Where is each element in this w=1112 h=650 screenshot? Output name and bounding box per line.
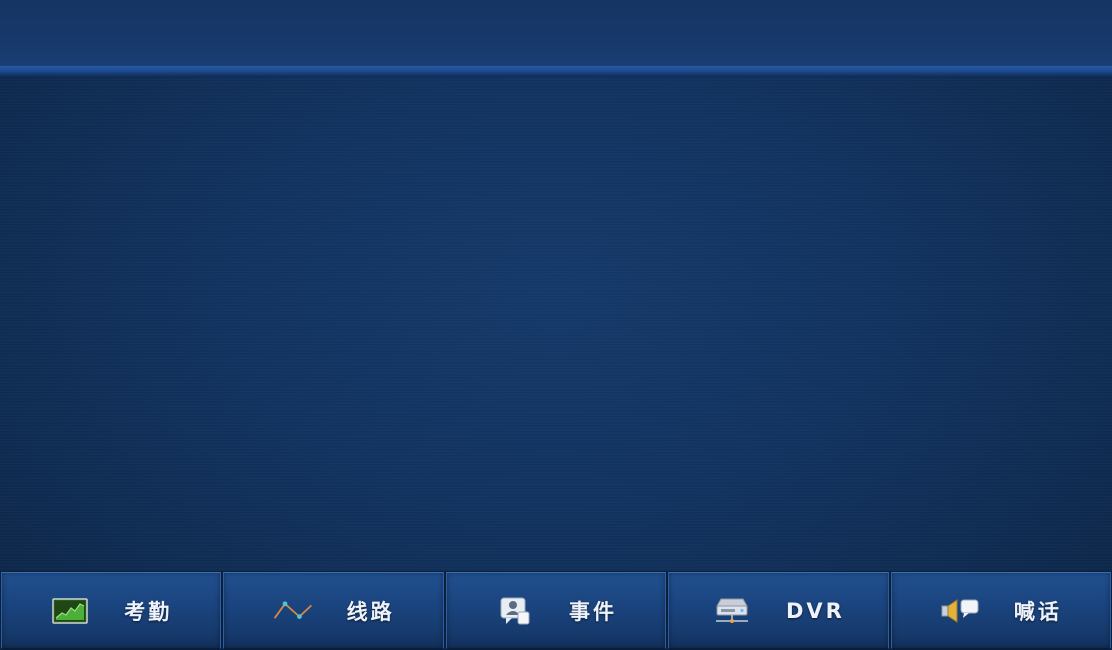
top-bar <box>0 0 1112 66</box>
dvr-device-icon <box>712 596 752 626</box>
route-label: 线路 <box>346 599 395 624</box>
event-button[interactable]: 事件 <box>445 572 667 649</box>
attendance-button[interactable]: 考勤 <box>1 572 222 649</box>
dvr-label: DVR <box>785 598 845 623</box>
bottom-nav: 考勤 线路 事件 DVR 喊话 <box>0 571 1112 650</box>
main-content-area <box>0 77 1112 571</box>
event-label: 事件 <box>569 599 618 624</box>
top-bar-divider <box>0 66 1112 77</box>
talk-label: 喊话 <box>1013 599 1062 624</box>
route-button[interactable]: 线路 <box>223 572 444 649</box>
attendance-chart-icon <box>50 596 90 626</box>
talk-button[interactable]: 喊话 <box>890 572 1112 649</box>
event-message-icon <box>495 596 535 626</box>
route-line-icon <box>273 596 313 626</box>
dvr-button[interactable]: DVR <box>668 572 889 649</box>
app-screen: 考勤 线路 事件 DVR 喊话 <box>0 0 1112 650</box>
speaker-talk-icon <box>940 596 980 626</box>
attendance-label: 考勤 <box>124 599 173 624</box>
